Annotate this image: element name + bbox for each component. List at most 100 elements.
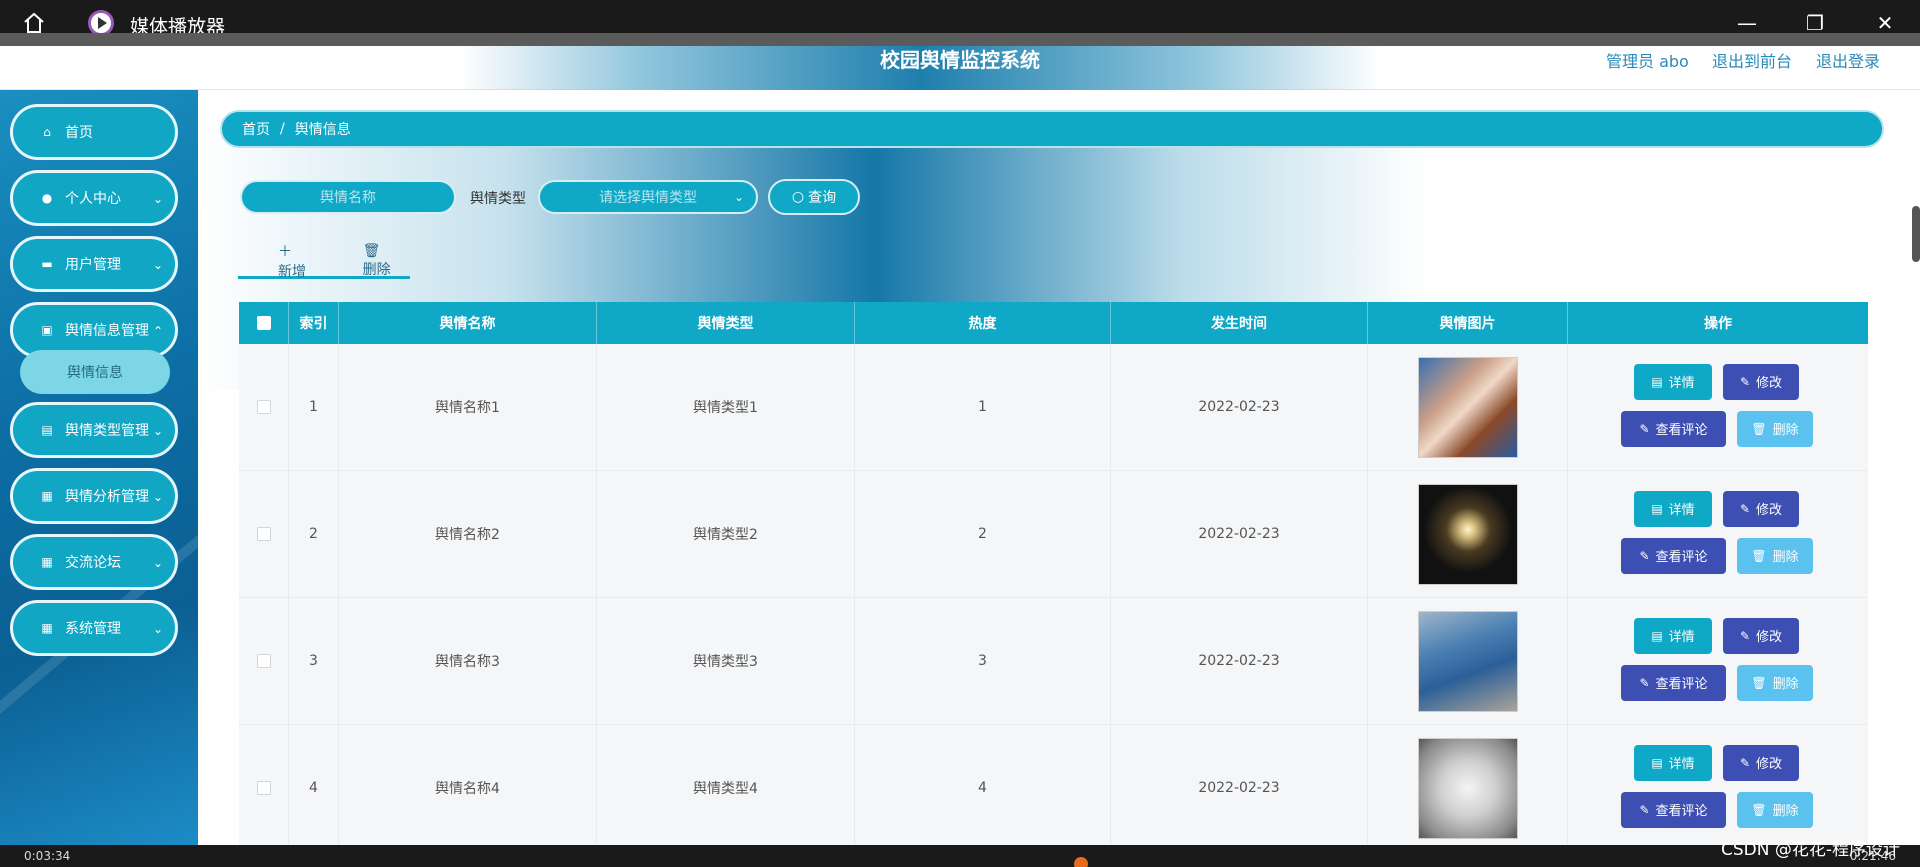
detail-button[interactable]: ▤ 详情 — [1634, 363, 1712, 400]
row-time: 2022-02-23 — [1111, 344, 1368, 470]
plus-icon: ＋ — [278, 243, 292, 260]
row-index: 3 — [289, 598, 339, 724]
select-all-checkbox[interactable] — [256, 316, 271, 330]
detail-button[interactable]: ▤ 详情 — [1634, 490, 1712, 527]
view-comments-label: 查看评论 — [1655, 677, 1708, 692]
main-content: 首页 / 舆情信息 舆情名称 舆情类型 请选择舆情类型 ⌄ ○ 查询 ＋ 新增 … — [198, 90, 1920, 847]
row-image-cell — [1368, 471, 1568, 597]
document-icon: ▤ — [1651, 755, 1663, 770]
delete-button[interactable]: 🗑 删除 — [1737, 537, 1813, 574]
delete-button[interactable]: 🗑 删除 — [1737, 410, 1813, 447]
edit-button[interactable]: ✎ 修改 — [1723, 744, 1799, 781]
sentiment-type-select[interactable]: 请选择舆情类型 ⌄ — [538, 180, 758, 214]
search-icon: ○ — [791, 189, 805, 205]
edit-button[interactable]: ✎ 修改 — [1723, 490, 1799, 527]
pencil-icon: ✎ — [1639, 421, 1650, 436]
document-icon: ▤ — [1651, 374, 1663, 389]
sidebar-item-label: 舆情信息管理 — [65, 323, 149, 339]
row-select-cell — [239, 598, 289, 724]
detail-button[interactable]: ▤ 详情 — [1634, 744, 1712, 781]
row-operations: ▤ 详情 ✎ 修改 ✎ 查看评论 🗑 删除 — [1568, 725, 1868, 847]
row-operations: ▤ 详情 ✎ 修改 ✎ 查看评论 🗑 删除 — [1568, 598, 1868, 724]
sentiment-image-thumbnail[interactable] — [1417, 483, 1518, 585]
delete-button-label: 删除 — [1772, 550, 1799, 565]
delete-button-label: 删除 — [1772, 677, 1799, 692]
row-checkbox[interactable] — [256, 781, 271, 795]
row-time: 2022-02-23 — [1111, 725, 1368, 847]
view-comments-button[interactable]: ✎ 查看评论 — [1621, 410, 1726, 447]
sidebar-item-user-management[interactable]: ▬ 用户管理 ⌄ — [10, 236, 178, 292]
row-checkbox[interactable] — [256, 400, 271, 414]
grid-icon: ▦ — [41, 555, 53, 569]
edit-button[interactable]: ✎ 修改 — [1723, 617, 1799, 654]
query-button[interactable]: ○ 查询 — [768, 179, 860, 215]
row-name: 舆情名称1 — [339, 344, 597, 470]
grid-icon: ▦ — [41, 621, 53, 635]
sentiment-image-thumbnail[interactable] — [1417, 610, 1518, 712]
sidebar-item-label: 舆情类型管理 — [65, 423, 149, 439]
view-comments-label: 查看评论 — [1655, 804, 1708, 819]
edit-button[interactable]: ✎ 修改 — [1723, 363, 1799, 400]
row-image-cell — [1368, 725, 1568, 847]
view-comments-button[interactable]: ✎ 查看评论 — [1621, 664, 1726, 701]
chevron-down-icon: ⌄ — [152, 556, 163, 570]
row-operations: ▤ 详情 ✎ 修改 ✎ 查看评论 🗑 删除 — [1568, 344, 1868, 470]
sentiment-image-thumbnail[interactable] — [1417, 737, 1518, 839]
row-index: 2 — [289, 471, 339, 597]
back-to-front-link[interactable]: 退出到前台 — [1712, 48, 1792, 72]
grid-icon: ▦ — [41, 489, 53, 503]
sidebar-item-system-management[interactable]: ▦ 系统管理 ⌄ — [10, 600, 178, 656]
row-time: 2022-02-23 — [1111, 471, 1368, 597]
sentiment-type-label: 舆情类型 — [470, 191, 526, 207]
delete-button[interactable]: 🗑 删除 — [1737, 664, 1813, 701]
row-heat: 2 — [855, 471, 1111, 597]
sentiment-image-thumbnail[interactable] — [1417, 356, 1518, 458]
pencil-icon: ✎ — [1639, 548, 1650, 563]
sidebar-item-sentiment-analysis-management[interactable]: ▦ 舆情分析管理 ⌄ — [10, 468, 178, 524]
sidebar-item-personal-center[interactable]: ● 个人中心 ⌄ — [10, 170, 178, 226]
pencil-icon: ✎ — [1639, 802, 1650, 817]
table-row: 3 舆情名称3 舆情类型3 3 2022-02-23 ▤ 详情 ✎ 修改 ✎ 查看评论… — [239, 598, 1868, 725]
playhead-handle[interactable] — [1074, 857, 1088, 867]
trash-icon: 🗑 — [1751, 675, 1767, 690]
sidebar-item-home[interactable]: ⌂ 首页 — [10, 104, 178, 160]
sentiment-name-search-input[interactable]: 舆情名称 — [240, 180, 456, 214]
header-time: 发生时间 — [1111, 302, 1368, 344]
sidebar-item-sentiment-type-management[interactable]: ▤ 舆情类型管理 ⌄ — [10, 402, 178, 458]
delete-button[interactable]: 🗑 删除 — [1737, 791, 1813, 828]
sidebar-item-forum[interactable]: ▦ 交流论坛 ⌄ — [10, 534, 178, 590]
view-comments-button[interactable]: ✎ 查看评论 — [1621, 791, 1726, 828]
row-checkbox[interactable] — [256, 527, 271, 541]
pencil-icon: ✎ — [1739, 501, 1751, 516]
pencil-icon: ✎ — [1639, 675, 1650, 690]
edit-button-label: 修改 — [1756, 376, 1783, 391]
row-checkbox[interactable] — [256, 654, 271, 668]
row-image-cell — [1368, 344, 1568, 470]
admin-label[interactable]: 管理员 abo — [1606, 48, 1689, 72]
select-all-cell — [239, 302, 289, 344]
sidebar-item-label: 舆情分析管理 — [65, 489, 149, 505]
chevron-up-icon: ⌃ — [152, 324, 163, 338]
sidebar-item-label: 用户管理 — [65, 257, 121, 273]
batch-delete-button[interactable]: 🗑 删除 — [343, 243, 410, 279]
detail-button[interactable]: ▤ 详情 — [1634, 617, 1712, 654]
row-heat: 4 — [855, 725, 1111, 847]
logout-link[interactable]: 退出登录 — [1816, 48, 1880, 72]
header-image: 舆情图片 — [1368, 302, 1568, 344]
add-button[interactable]: ＋ 新增 — [258, 241, 323, 281]
sidebar-subitem-sentiment-info[interactable]: 舆情信息 — [20, 350, 170, 394]
delete-button-label: 删除 — [1772, 423, 1799, 438]
breadcrumb-current: 舆情信息 — [294, 122, 351, 138]
row-operations: ▤ 详情 ✎ 修改 ✎ 查看评论 🗑 删除 — [1568, 471, 1868, 597]
view-comments-button[interactable]: ✎ 查看评论 — [1621, 537, 1726, 574]
edit-button-label: 修改 — [1756, 630, 1783, 645]
trash-icon: 🗑 — [1751, 421, 1767, 436]
pencil-icon: ✎ — [1739, 628, 1751, 643]
detail-button-label: 详情 — [1668, 503, 1695, 518]
row-name: 舆情名称4 — [339, 725, 597, 847]
vertical-scrollbar[interactable] — [1912, 206, 1920, 262]
table-header-row: 索引 舆情名称 舆情类型 热度 发生时间 舆情图片 操作 — [239, 302, 1868, 344]
media-player-bottom-bar: 0:03:34 0:21:46 — [0, 845, 1920, 867]
home-icon[interactable] — [22, 11, 46, 35]
breadcrumb-home[interactable]: 首页 — [242, 119, 270, 139]
